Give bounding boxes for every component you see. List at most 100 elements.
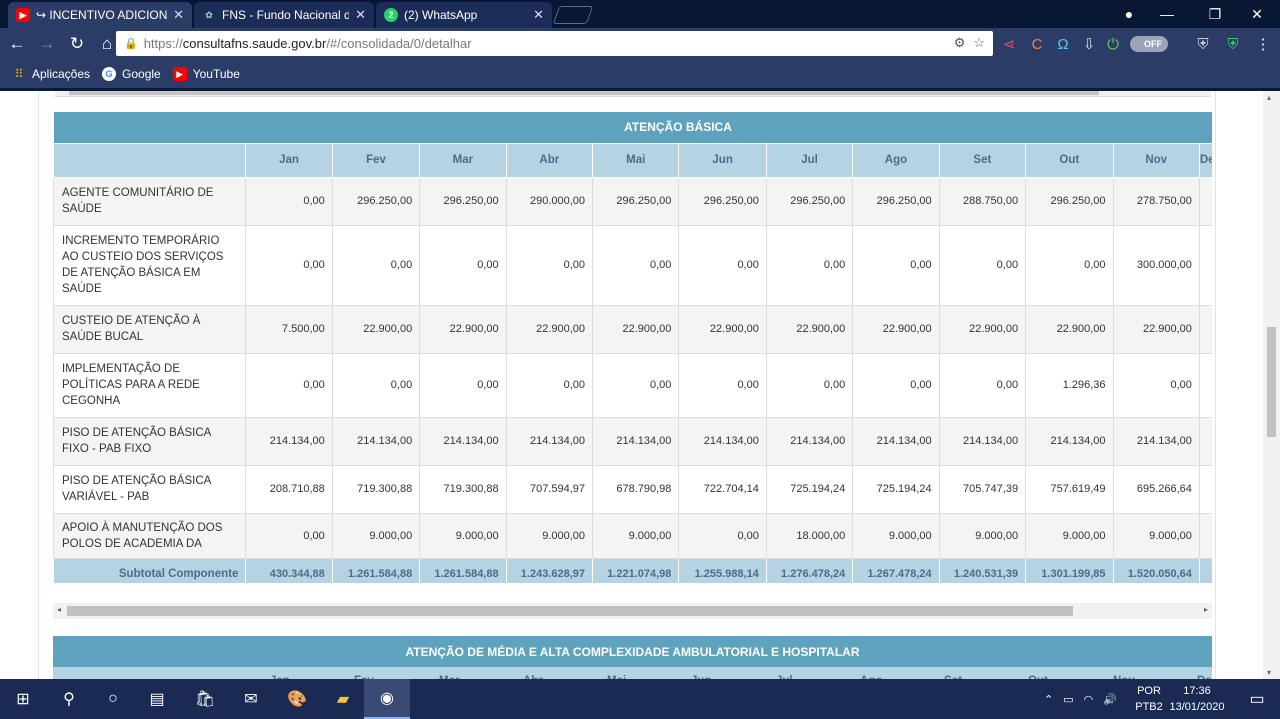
toggle-label: OFF: [1144, 39, 1162, 49]
fns-icon: ✿: [205, 9, 213, 20]
value-cell: 0,00: [852, 224, 940, 306]
clock-date: 13/01/2020: [1169, 701, 1225, 713]
new-tab-button[interactable]: [552, 6, 594, 24]
value-cell: 9.0: [1198, 352, 1212, 418]
reload-icon[interactable]: ↻: [64, 31, 90, 57]
power-download-icon[interactable]: ⏻: [1102, 33, 1124, 55]
tab-fns[interactable]: ✿ FNS - Fundo Nacional de ✕: [194, 2, 374, 28]
value-cell: 296.250,00: [852, 176, 940, 226]
subtotal-value: 430.344,88: [245, 557, 333, 583]
vertical-scrollbar[interactable]: ▴ ▾: [1263, 91, 1280, 679]
value-cell: 214.134,00: [331, 416, 421, 466]
chrome-icon[interactable]: ◉: [364, 679, 410, 719]
youtube-icon: ▶: [16, 8, 30, 22]
volume-icon[interactable]: 🔊: [1103, 693, 1117, 706]
adblock-shield-icon[interactable]: ⛨: [1222, 33, 1244, 55]
share-icon[interactable]: ⋖: [998, 33, 1020, 55]
value-cell: 22.900,00: [1025, 304, 1114, 354]
windows-start-icon[interactable]: ⊞: [0, 679, 46, 719]
value-cell: 0,00: [765, 224, 854, 306]
bookmark-youtube[interactable]: ▶ YouTube: [172, 67, 240, 81]
system-tray: ⌃ ▭ ◠ 🔊: [1044, 679, 1117, 719]
scroll-up-arrow-icon[interactable]: ▴: [1267, 93, 1271, 102]
row-label: PISO DE ATENÇÃO BÁSICA FIXO - PAB FIXO: [53, 416, 247, 466]
value-cell: 296.250,00: [331, 176, 421, 226]
value-cell: 0,00: [245, 176, 333, 226]
subtotal-value: 1.221.074,98: [592, 557, 680, 583]
tab-title: ↪ INCENTIVO ADICIONA: [36, 8, 168, 22]
language-indicator[interactable]: POR PTB2: [1134, 683, 1164, 715]
toggle-switch[interactable]: OFF: [1130, 36, 1168, 52]
file-explorer-icon[interactable]: ▰: [320, 679, 366, 719]
search-icon[interactable]: ⚲: [46, 679, 92, 719]
extension-c-icon[interactable]: C: [1026, 33, 1048, 55]
clock[interactable]: 17:36 13/01/2020: [1164, 683, 1230, 715]
subtotal-value: 1.267.478,24: [852, 557, 940, 583]
translate-icon[interactable]: ⚙: [954, 35, 966, 51]
headphones-icon[interactable]: Ω: [1052, 33, 1074, 55]
address-bar[interactable]: 🔒 https:// consultafns.saude.gov.br /#/c…: [116, 31, 993, 56]
close-window-button[interactable]: ✕: [1234, 0, 1280, 28]
tab-strip: ▶ ↪ INCENTIVO ADICIONA ✕ ✿ FNS - Fundo N…: [0, 0, 1280, 28]
shield-icon[interactable]: ⛨: [1192, 33, 1214, 55]
value-cell: 22.900,00: [852, 304, 940, 354]
value-cell: 0,00: [331, 224, 421, 306]
atencao-basica-table-wrapper: ATENÇÃO BÁSICA Jan Fev Mar Abr Mai Jun Jul Ago S…: [53, 112, 1212, 583]
value-cell: 18.000,00: [765, 512, 854, 559]
value-cell: 0,00: [678, 512, 767, 559]
close-tab-icon[interactable]: ✕: [173, 7, 184, 23]
value-cell: 1.061.7: [1198, 464, 1212, 514]
horizontal-scrollbar[interactable]: ◂ ▸: [53, 603, 1212, 619]
mail-icon[interactable]: ✉: [228, 679, 274, 719]
scroll-left-arrow-icon[interactable]: ◂: [57, 605, 61, 614]
value-cell: 278.750,00: [1112, 176, 1200, 226]
scroll-down-arrow-icon[interactable]: ▾: [1267, 668, 1271, 677]
back-arrow-icon[interactable]: ←: [4, 31, 30, 57]
bookmarks-bar: ⠿ Aplicações G Google ▶ YouTube: [0, 60, 1280, 88]
scroll-thumb[interactable]: [1267, 327, 1276, 437]
forward-arrow-icon[interactable]: →: [34, 31, 60, 57]
scroll-right-arrow-icon[interactable]: ▸: [1204, 605, 1208, 614]
url-path: /#/consolidada/0/detalhar: [326, 36, 472, 51]
value-cell: 1.296,36: [1025, 352, 1114, 418]
close-tab-icon[interactable]: ✕: [533, 7, 544, 23]
bookmark-google[interactable]: G Google: [102, 67, 161, 81]
value-cell: 22.900,00: [678, 304, 767, 354]
maximize-button[interactable]: ❐: [1192, 0, 1238, 28]
battery-icon[interactable]: ▭: [1063, 693, 1073, 706]
value-cell: 9.000,00: [592, 512, 680, 559]
menu-dots-icon[interactable]: ⋮: [1252, 33, 1274, 55]
value-cell: 0,00: [938, 224, 1027, 306]
value-cell: 0,00: [765, 352, 854, 418]
subtotal-value: 1.301.199,85: [1025, 557, 1114, 583]
value-cell: 757.619,49: [1025, 464, 1114, 514]
row-label: IMPLEMENTAÇÃO DE POLÍTICAS PARA A REDE C…: [53, 352, 247, 418]
notifications-icon[interactable]: ▭: [1234, 679, 1280, 719]
value-cell: 214.1: [1198, 416, 1212, 466]
chevron-up-icon[interactable]: ⌃: [1044, 693, 1053, 706]
value-cell: 9.000,00: [1025, 512, 1114, 559]
close-tab-icon[interactable]: ✕: [355, 7, 366, 23]
bookmark-star-icon[interactable]: ☆: [973, 35, 985, 51]
tab-incentivo[interactable]: ▶ ↪ INCENTIVO ADICIONA ✕: [8, 2, 192, 28]
row-label: CUSTEIO DE ATENÇÃO À SAÚDE BUCAL: [53, 304, 247, 354]
download-icon[interactable]: ⇩: [1078, 33, 1100, 55]
scroll-thumb[interactable]: [69, 91, 1099, 95]
scroll-thumb[interactable]: [67, 606, 1073, 616]
bookmark-apps[interactable]: ⠿ Aplicações: [12, 67, 90, 81]
minimize-button[interactable]: —: [1144, 0, 1190, 28]
tab-whatsapp[interactable]: 2 (2) WhatsApp ✕: [376, 2, 552, 28]
table-row: INCREMENTO TEMPORÁRIO AO CUSTEIO DOS SER…: [53, 224, 1212, 306]
wifi-icon[interactable]: ◠: [1084, 693, 1094, 706]
subtotal-label: Subtotal Componente: [53, 557, 247, 583]
cortana-icon[interactable]: ○: [90, 679, 136, 719]
store-icon[interactable]: 🛍: [182, 679, 228, 719]
top-table-scrollbar[interactable]: [55, 91, 1211, 97]
subtotal-value: 1.276.478,24: [765, 557, 854, 583]
value-cell: 9.000,00: [505, 512, 594, 559]
paint-icon[interactable]: 🎨: [274, 679, 320, 719]
label-column-header: [53, 142, 247, 178]
subtotal-value: 1.520.050,64: [1112, 557, 1200, 583]
task-view-icon[interactable]: ▤: [134, 679, 180, 719]
value-cell: 0,00: [245, 224, 333, 306]
